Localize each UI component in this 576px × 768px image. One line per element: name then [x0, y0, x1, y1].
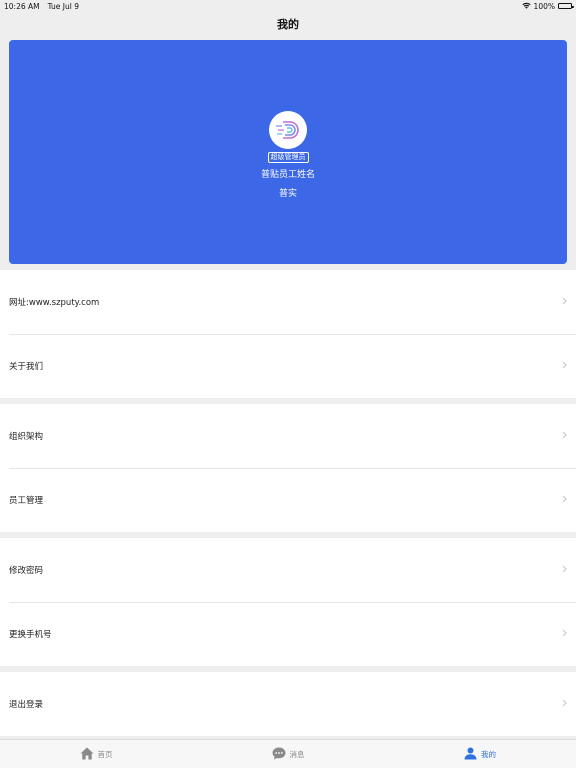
user-icon: [464, 747, 477, 762]
tab-messages[interactable]: 消息: [192, 740, 384, 768]
menu-group-logout: 退出登录: [0, 672, 576, 736]
chevron-right-icon: [562, 629, 567, 640]
menu-group-organization: 组织架构 员工管理: [0, 404, 576, 532]
menu-item-change-password[interactable]: 修改密码: [0, 538, 576, 602]
menu-item-label: 更换手机号: [9, 630, 52, 640]
battery-percent: 100%: [533, 1, 555, 11]
company-logo-icon: [276, 121, 299, 139]
home-icon: [80, 747, 94, 762]
status-date: Tue Jul 9: [47, 1, 80, 11]
message-icon: [272, 747, 286, 762]
battery-icon: [558, 3, 574, 9]
chevron-right-icon: [562, 297, 567, 308]
page-title: 我的: [277, 18, 299, 31]
chevron-right-icon: [562, 361, 567, 372]
menu-item-website[interactable]: 网址:www.szputy.com: [0, 270, 576, 334]
menu-group-account: 修改密码 更换手机号: [0, 538, 576, 666]
menu-item-employee-management[interactable]: 员工管理: [0, 468, 576, 532]
status-bar: 10:26 AM Tue Jul 9 100%: [0, 0, 576, 12]
menu-item-change-phone[interactable]: 更换手机号: [0, 602, 576, 666]
menu-item-label: 员工管理: [9, 496, 44, 506]
menu-group-links: 网址:www.szputy.com 关于我们: [0, 270, 576, 398]
tab-label: 消息: [289, 749, 305, 759]
tab-mine[interactable]: 我的: [384, 740, 576, 768]
menu-item-logout[interactable]: 退出登录: [0, 672, 576, 736]
menu-item-org-structure[interactable]: 组织架构: [0, 404, 576, 468]
wifi-icon: [521, 2, 531, 11]
menu-item-label: 组织架构: [9, 432, 44, 442]
menu-item-about-us[interactable]: 关于我们: [0, 334, 576, 398]
profile-name: 普贴员工姓名: [260, 170, 315, 180]
tab-bar: 首页 消息 我的: [0, 739, 576, 768]
profile-company: 普实: [278, 189, 297, 199]
chevron-right-icon: [562, 565, 567, 576]
avatar[interactable]: [269, 111, 307, 149]
tab-label: 我的: [481, 749, 496, 759]
tab-home[interactable]: 首页: [0, 740, 192, 768]
menu-item-label: 修改密码: [9, 566, 44, 576]
tab-label: 首页: [97, 749, 113, 759]
settings-menu: 网址:www.szputy.com 关于我们 组织架构 员工管理 修改密码 更换…: [0, 270, 576, 742]
status-time: 10:26 AM: [4, 1, 40, 11]
chevron-right-icon: [562, 699, 567, 710]
menu-item-label: 网址:www.szputy.com: [9, 298, 100, 308]
chevron-right-icon: [562, 431, 567, 442]
chevron-right-icon: [562, 495, 567, 506]
menu-item-label: 退出登录: [9, 700, 44, 710]
menu-item-label: 关于我们: [9, 362, 44, 372]
role-badge: 超级管理员: [267, 152, 309, 163]
profile-card: 超级管理员 普贴员工姓名 普实: [9, 40, 567, 264]
